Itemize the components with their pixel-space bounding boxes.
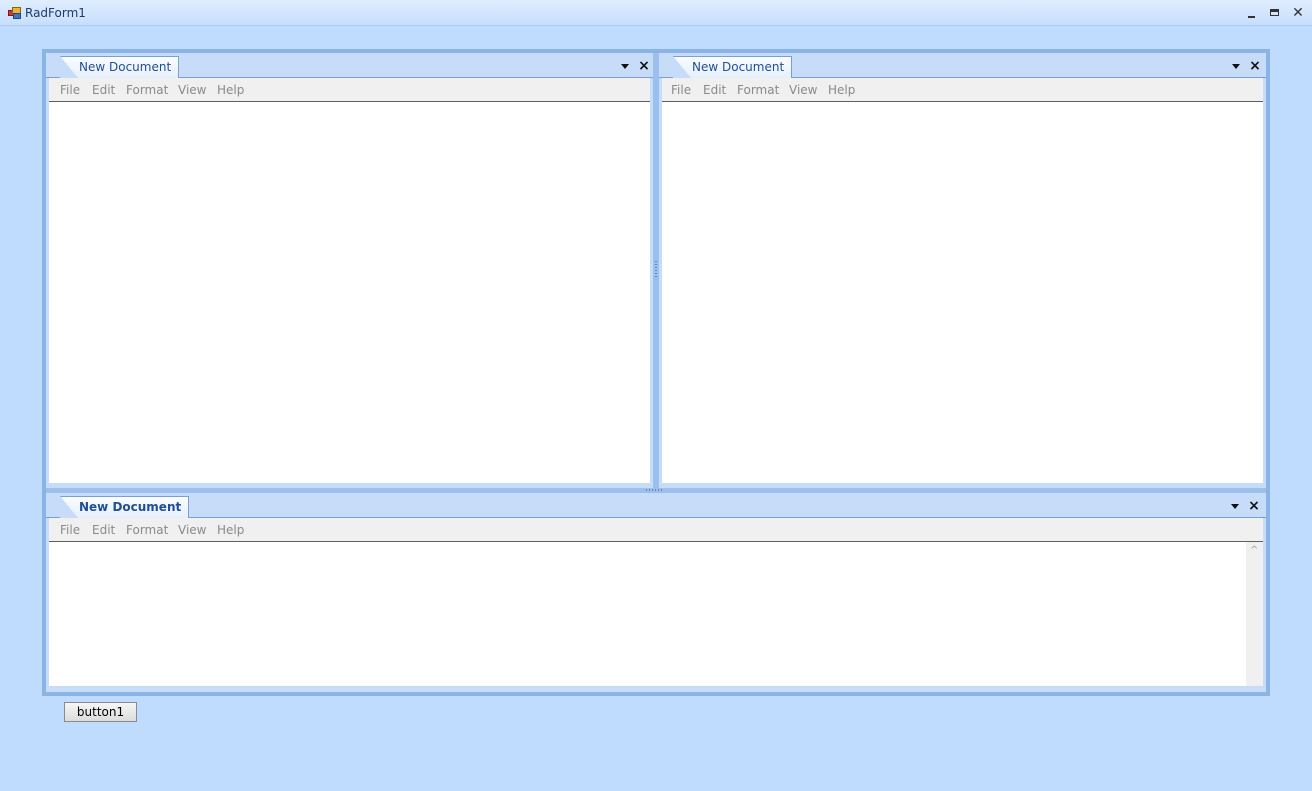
chevron-down-icon xyxy=(1232,64,1240,69)
menu-view[interactable]: View xyxy=(789,83,817,97)
document-body: File Edit Format View Help ^ xyxy=(49,518,1263,686)
menu-file[interactable]: File xyxy=(60,83,80,97)
document-text-area[interactable] xyxy=(662,102,1263,483)
menu-file[interactable]: File xyxy=(60,523,80,537)
chevron-down-icon xyxy=(1231,504,1239,509)
maximize-icon xyxy=(1270,9,1279,16)
document-body: File Edit Format View Help xyxy=(662,78,1263,483)
pane-close-button[interactable]: × xyxy=(1247,499,1261,513)
window-title: RadForm1 xyxy=(25,6,86,20)
window-title-bar: RadForm1 ✕ xyxy=(0,0,1312,26)
minimize-button[interactable] xyxy=(1243,4,1261,22)
close-icon: × xyxy=(1248,498,1260,514)
menu-bar: File Edit Format View Help xyxy=(49,78,650,102)
document-tab-active[interactable]: New Document xyxy=(60,496,190,518)
vertical-scrollbar[interactable]: ^ xyxy=(1246,542,1263,686)
menu-help[interactable]: Help xyxy=(217,83,244,97)
pane-close-button[interactable]: × xyxy=(637,59,651,73)
menu-bar: File Edit Format View Help xyxy=(662,78,1263,102)
pane-menu-button[interactable] xyxy=(1229,59,1243,73)
pane-header: New Document × xyxy=(46,53,653,78)
document-tab[interactable]: New Document xyxy=(60,56,180,78)
close-icon: ✕ xyxy=(1292,5,1304,21)
menu-view[interactable]: View xyxy=(178,83,206,97)
chevron-down-icon xyxy=(621,64,629,69)
document-tab[interactable]: New Document xyxy=(673,56,793,78)
document-pane-bottom: New Document × File Edit Format View Hel… xyxy=(46,493,1266,692)
menu-file[interactable]: File xyxy=(671,83,691,97)
document-body: File Edit Format View Help xyxy=(49,78,650,483)
minimize-icon xyxy=(1248,16,1255,18)
close-window-button[interactable]: ✕ xyxy=(1289,4,1307,22)
menu-help[interactable]: Help xyxy=(217,523,244,537)
document-text-area[interactable] xyxy=(49,102,650,483)
splitter-grip-icon xyxy=(655,261,657,279)
document-pane-top-left: New Document × File Edit Format View Hel… xyxy=(46,53,653,489)
maximize-button[interactable] xyxy=(1266,4,1284,22)
pane-header: New Document × xyxy=(659,53,1266,78)
menu-edit[interactable]: Edit xyxy=(703,83,726,97)
pane-menu-button[interactable] xyxy=(618,59,632,73)
pane-header: New Document × xyxy=(46,493,1266,518)
pane-close-button[interactable]: × xyxy=(1248,59,1262,73)
close-icon: × xyxy=(638,58,650,74)
menu-help[interactable]: Help xyxy=(828,83,855,97)
menu-view[interactable]: View xyxy=(178,523,206,537)
menu-format[interactable]: Format xyxy=(126,83,168,97)
app-icon xyxy=(8,7,21,19)
document-pane-top-right: New Document × File Edit Format View Hel… xyxy=(659,53,1266,489)
splitter-grip-icon xyxy=(646,489,664,491)
menu-edit[interactable]: Edit xyxy=(92,83,115,97)
menu-format[interactable]: Format xyxy=(126,523,168,537)
pane-menu-button[interactable] xyxy=(1228,499,1242,513)
button1[interactable]: button1 xyxy=(64,702,137,722)
chevron-up-icon[interactable]: ^ xyxy=(1250,546,1258,556)
menu-edit[interactable]: Edit xyxy=(92,523,115,537)
menu-bar: File Edit Format View Help xyxy=(49,518,1263,542)
document-text-area[interactable]: ^ xyxy=(49,542,1263,686)
close-icon: × xyxy=(1249,58,1261,74)
menu-format[interactable]: Format xyxy=(737,83,779,97)
